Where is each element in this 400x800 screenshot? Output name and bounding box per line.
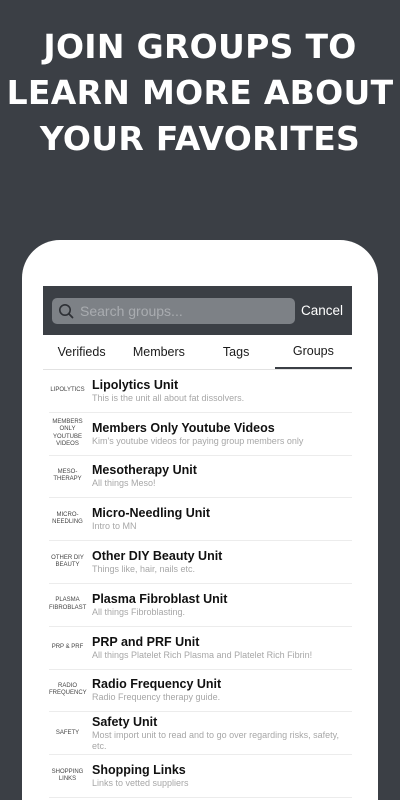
group-icon: MEMBERS ONLY YOUTUBE VIDEOS (52, 418, 83, 448)
group-description: This is the unit all about fat dissolver… (92, 392, 245, 403)
group-row-members-only[interactable]: MEMBERS ONLY YOUTUBE VIDEOS Members Only… (49, 413, 352, 456)
group-description: Most import unit to read and to go over … (92, 729, 339, 751)
group-row-plasma-fibroblast[interactable]: PLASMA FIBROBLAST Plasma Fibroblast Unit… (49, 584, 352, 627)
group-title: Safety Unit (92, 714, 158, 729)
group-icon: OTHER DIY BEAUTY (51, 554, 84, 569)
group-row-mesotherapy[interactable]: MESO-THERAPY Mesotherapy Unit All things… (49, 456, 352, 499)
group-icon: SAFETY (55, 729, 80, 736)
group-row-other-diy-beauty[interactable]: OTHER DIY BEAUTY Other DIY Beauty Unit T… (49, 541, 352, 584)
group-icon: SHOPPING LINKS (51, 768, 84, 783)
promo-headline: JOIN GROUPS TO LEARN MORE ABOUT YOUR FAV… (0, 24, 400, 162)
tab-tags[interactable]: Tags (198, 335, 275, 369)
group-title: Micro-Needling Unit (92, 506, 211, 521)
group-row-shopping-links[interactable]: SHOPPING LINKS Shopping Links Links to v… (49, 755, 352, 798)
tab-groups[interactable]: Groups (274, 335, 352, 369)
group-title: Mesotherapy Unit (92, 463, 197, 478)
search-input[interactable]: Search groups... (52, 297, 295, 324)
group-description: All things Platelet Rich Plasma and Plat… (92, 649, 313, 660)
group-title: Members Only Youtube Videos (92, 420, 275, 435)
group-title: Other DIY Beauty Unit (92, 549, 223, 564)
group-icon: MESO-THERAPY (53, 468, 82, 483)
group-row-radio-frequency[interactable]: RADIO FREQUENCY Radio Frequency Unit Rad… (49, 670, 352, 713)
group-description: All things Fibroblasting. (92, 606, 186, 617)
group-description: Links to vetted suppliers (92, 778, 189, 789)
group-title: Shopping Links (92, 763, 186, 778)
group-icon: MICRO-NEEDLING (52, 511, 83, 526)
group-title: PRP and PRF Unit (92, 634, 200, 649)
group-description: Kim's youtube videos for paying group me… (92, 435, 304, 446)
search-placeholder: Search groups... (80, 302, 183, 319)
group-description: Radio Frequency therapy guide. (92, 692, 221, 703)
group-row-safety[interactable]: SAFETY Safety Unit Most import unit to r… (49, 712, 352, 756)
headline-line-2: LEARN MORE ABOUT (6, 73, 394, 112)
group-description: All things Meso! (92, 478, 156, 489)
group-description: Intro to MN (92, 521, 137, 532)
tab-verifieds[interactable]: Verifieds (43, 335, 120, 369)
group-row-prp-prf[interactable]: PRP & PRF PRP and PRF Unit All things Pl… (49, 627, 352, 670)
groups-list: LIPOLYTICS Lipolytics Unit This is the u… (43, 370, 352, 798)
headline-line-3: YOUR FAVORITES (39, 119, 361, 158)
search-icon (59, 303, 74, 318)
group-title: Lipolytics Unit (92, 377, 179, 392)
group-icon: LIPOLYTICS (50, 387, 85, 394)
group-icon: PRP & PRF (51, 643, 84, 650)
tab-members[interactable]: Members (120, 335, 197, 369)
tab-bar: Verifieds Members Tags Groups (43, 335, 352, 370)
headline-line-1: JOIN GROUPS TO (43, 27, 357, 66)
app-screen: Search groups... Cancel Verifieds Member… (43, 286, 352, 800)
cancel-button[interactable]: Cancel (301, 303, 343, 318)
group-title: Plasma Fibroblast Unit (92, 591, 228, 606)
group-icon: RADIO FREQUENCY (49, 682, 87, 697)
group-row-micro-needling[interactable]: MICRO-NEEDLING Micro-Needling Unit Intro… (49, 498, 352, 542)
group-description: Things like, hair, nails etc. (92, 564, 196, 575)
search-bar: Search groups... Cancel (43, 286, 352, 335)
group-title: Radio Frequency Unit (92, 677, 222, 692)
group-icon: PLASMA FIBROBLAST (49, 597, 87, 611)
group-row-lipolytics[interactable]: LIPOLYTICS Lipolytics Unit This is the u… (49, 370, 352, 413)
